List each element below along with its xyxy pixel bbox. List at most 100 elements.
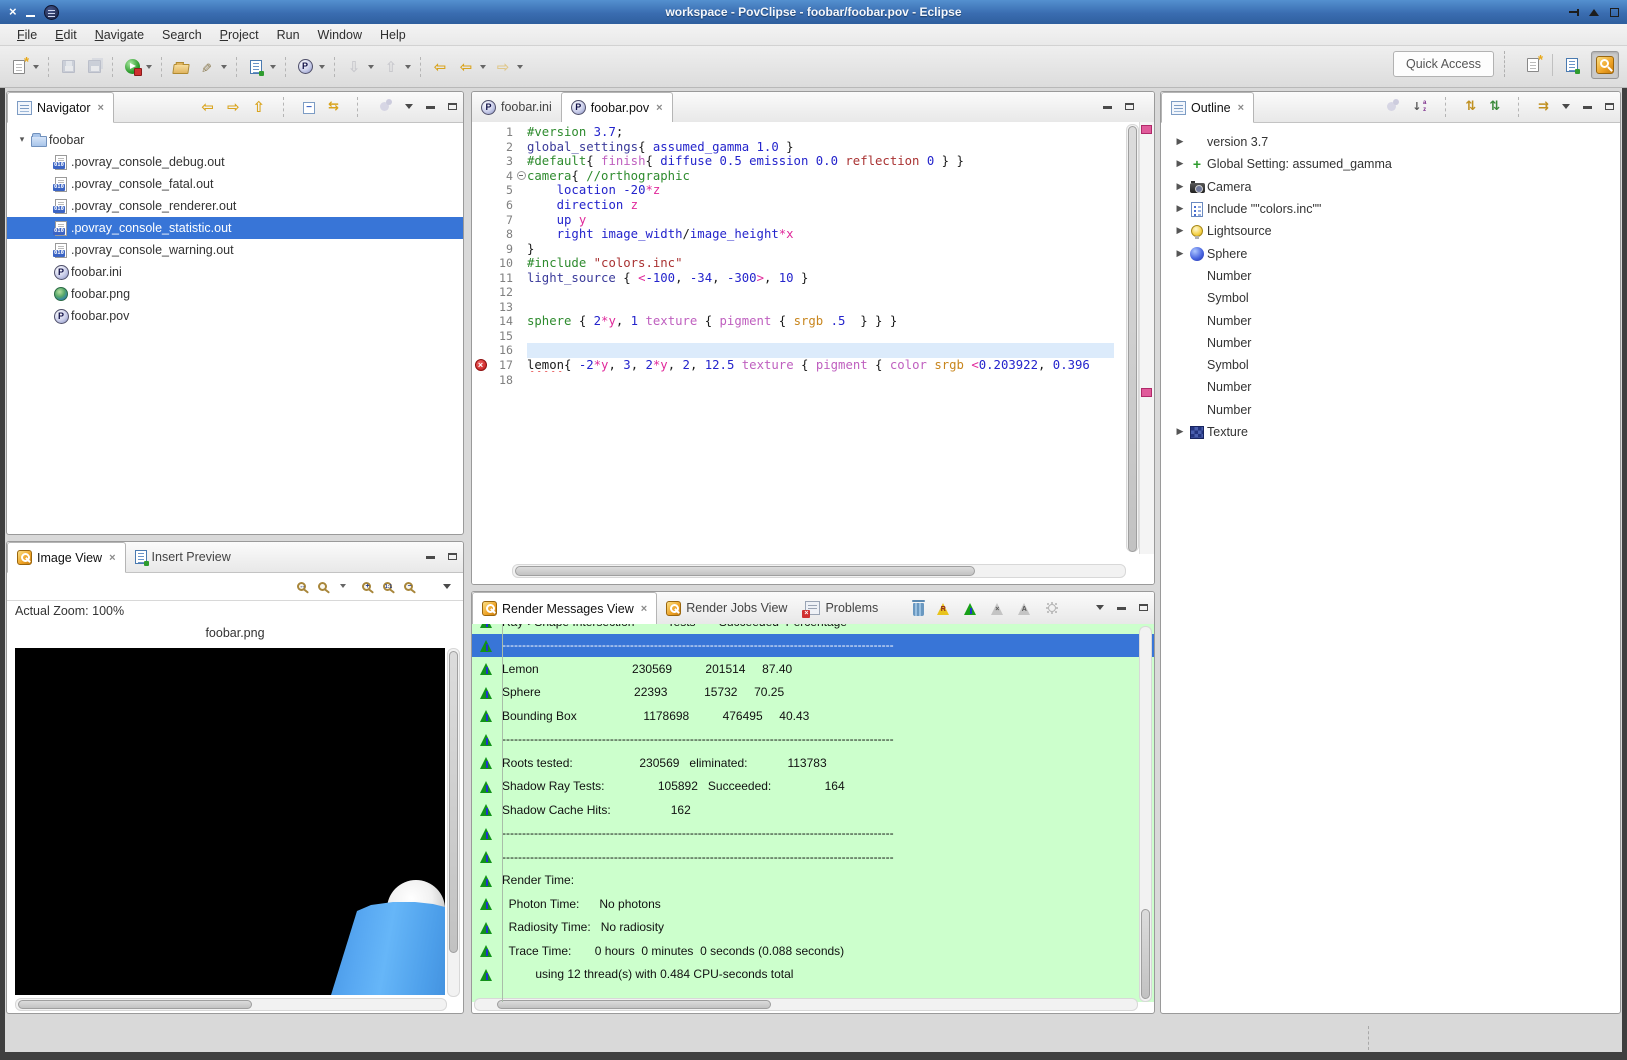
render-settings-button[interactable] <box>244 55 268 79</box>
code-line-5[interactable]: 5 location -20*z <box>472 183 1114 198</box>
window-close-icon[interactable]: × <box>9 0 17 24</box>
expand-arrow-icon[interactable]: ▶ <box>1173 159 1187 169</box>
render-message-row[interactable]: Shadow Ray Tests: 105892 Succeeded: 164 <box>472 775 1154 799</box>
triangle-ok-button[interactable] <box>963 601 978 615</box>
collapse-all-button[interactable] <box>303 99 315 113</box>
render-message-row[interactable]: Radiosity Time: No radiosity <box>472 916 1154 940</box>
render-message-row[interactable]: using 12 thread(s) with 0.484 CPU-second… <box>472 963 1154 987</box>
code-line-10[interactable]: 10#include "colors.inc" <box>472 256 1114 271</box>
menu-window[interactable]: Window <box>309 26 371 44</box>
expand-arrow-icon[interactable]: ▶ <box>1173 226 1187 236</box>
render-message-row[interactable]: Roots tested: 230569 eliminated: 113783 <box>472 751 1154 775</box>
close-icon[interactable]: × <box>1238 102 1244 114</box>
menu-run[interactable]: Run <box>268 26 309 44</box>
code-line-14[interactable]: 14sphere { 2*y, 1 texture { pigment { sr… <box>472 314 1114 329</box>
render-message-row[interactable]: Shadow Cache Hits: 162 <box>472 798 1154 822</box>
expand-arrow-icon[interactable]: ▶ <box>1173 249 1187 259</box>
dropdown-arrow-icon[interactable] <box>221 65 227 69</box>
menu-faded-button[interactable] <box>377 99 392 114</box>
render-message-row[interactable]: Render Time: <box>472 869 1154 893</box>
close-icon[interactable]: × <box>109 552 115 564</box>
tab-render-messages-view[interactable]: Render Messages View× <box>472 592 657 625</box>
dropdown-arrow-icon[interactable] <box>517 65 523 69</box>
collapse-tree-button[interactable]: ⇅ <box>1489 99 1500 114</box>
error-overview-marker[interactable] <box>1141 125 1152 134</box>
dropdown-arrow-icon[interactable] <box>319 65 325 69</box>
tab-insert-preview[interactable]: Insert Preview <box>126 542 240 572</box>
back-button[interactable]: ⇦ <box>201 98 214 116</box>
outline-item-number[interactable]: Number <box>1173 309 1620 331</box>
dropdown-arrow-icon[interactable] <box>480 65 486 69</box>
menu-project[interactable]: Project <box>211 26 268 44</box>
expand-arrow-icon[interactable]: ▶ <box>1173 427 1187 437</box>
code-line-18[interactable]: 18 <box>472 372 1114 387</box>
code-line-6[interactable]: 6 direction z <box>472 198 1114 213</box>
sort-az-button[interactable] <box>1412 99 1427 114</box>
shade-icon[interactable] <box>1589 9 1599 16</box>
tab-image-view[interactable]: Image View× <box>7 542 126 573</box>
expand-arrow-icon[interactable]: ▶ <box>1173 137 1187 147</box>
sun-button[interactable] <box>1044 601 1060 616</box>
render-message-row[interactable]: Lemon 230569 201514 87.40 <box>472 657 1154 681</box>
quick-access-button[interactable]: Quick Access <box>1393 51 1494 77</box>
navigator-item--povray-console-fatal-out[interactable]: .povray_console_fatal.out <box>7 173 463 195</box>
maximize-icon[interactable] <box>448 103 457 110</box>
occurrence-marker[interactable] <box>1141 388 1152 397</box>
render-message-row[interactable]: ----------------------------------------… <box>472 634 1154 658</box>
code-line-13[interactable]: 13 <box>472 300 1114 315</box>
code-line-7[interactable]: 7 up y <box>472 212 1114 227</box>
menu-faded-button[interactable] <box>1384 99 1399 114</box>
zoom-in-button[interactable] <box>362 579 371 593</box>
minimize-icon[interactable] <box>1103 106 1112 109</box>
menu-file[interactable]: File <box>8 26 46 44</box>
outline-item-number[interactable]: Number <box>1173 332 1620 354</box>
code-line-12[interactable]: 12 <box>472 285 1114 300</box>
navigator-item--povray-console-debug-out[interactable]: .povray_console_debug.out <box>7 151 463 173</box>
back-button[interactable]: ⇦ <box>454 55 478 79</box>
outline-item-include-colors-inc-[interactable]: ▶Include ""colors.inc"" <box>1173 198 1620 220</box>
close-icon[interactable]: × <box>641 603 647 615</box>
outline-item-texture[interactable]: ▶Texture <box>1173 421 1620 443</box>
maximize-icon[interactable] <box>1605 103 1614 110</box>
render-message-row[interactable]: Trace Time: 0 hours 0 minutes 0 seconds … <box>472 939 1154 963</box>
zoom-select-button[interactable] <box>318 579 327 593</box>
navigator-item-foobar-ini[interactable]: foobar.ini <box>7 261 463 283</box>
triangle-warning-r-button[interactable] <box>936 601 951 615</box>
open-folder-button[interactable] <box>169 55 193 79</box>
last-edit-button[interactable]: ⇦ <box>428 55 452 79</box>
knife-button[interactable] <box>195 55 219 79</box>
overview-ruler[interactable] <box>1139 122 1154 554</box>
resource-perspective-button[interactable] <box>1559 52 1585 78</box>
new-wizard-button[interactable] <box>7 55 31 79</box>
dropdown-arrow-icon[interactable] <box>270 65 276 69</box>
tab-outline[interactable]: Outline × <box>1161 92 1254 123</box>
outline-item-number[interactable]: Number <box>1173 399 1620 421</box>
maximize-icon[interactable] <box>1125 103 1134 110</box>
render-message-row[interactable]: Sphere 22393 15732 70.25 <box>472 681 1154 705</box>
image-hscrollbar[interactable] <box>15 998 447 1011</box>
povclipse-perspective-button[interactable] <box>1591 51 1619 79</box>
dropdown-arrow-icon[interactable] <box>340 584 346 588</box>
expand-arrow-icon[interactable]: ▾ <box>15 135 29 145</box>
navigator-item--povray-console-statistic-out[interactable]: .povray_console_statistic.out <box>7 217 463 239</box>
filter-button[interactable]: ⇉ <box>1538 99 1549 114</box>
window-minimize-icon[interactable] <box>26 15 35 17</box>
navigator-item-foobar-png[interactable]: foobar.png <box>7 283 463 305</box>
minimize-icon[interactable] <box>426 106 435 109</box>
tab-problems[interactable]: Problems <box>796 592 887 624</box>
forward-button[interactable]: ⇨ <box>227 98 240 116</box>
menu-navigate[interactable]: Navigate <box>86 26 153 44</box>
render-message-row[interactable]: ----------------------------------------… <box>472 728 1154 752</box>
maximize-icon[interactable] <box>1139 604 1148 611</box>
code-line-8[interactable]: 8 right image_width/image_height*x <box>472 227 1114 242</box>
outline-item-sphere[interactable]: ▶Sphere <box>1173 242 1620 264</box>
outline-item-symbol[interactable]: Symbol <box>1173 354 1620 376</box>
expand-arrow-icon[interactable]: ▶ <box>1173 182 1187 192</box>
dropdown-arrow-icon[interactable] <box>405 65 411 69</box>
render-message-row[interactable]: Ray->Shape Intersection Tests Succeeded … <box>472 624 1154 634</box>
editor-hscrollbar[interactable] <box>512 564 1126 578</box>
pin-icon[interactable] <box>1569 11 1578 13</box>
dropdown-arrow-icon[interactable] <box>368 65 374 69</box>
menu-help[interactable]: Help <box>371 26 415 44</box>
outline-item-lightsource[interactable]: ▶Lightsource <box>1173 220 1620 242</box>
